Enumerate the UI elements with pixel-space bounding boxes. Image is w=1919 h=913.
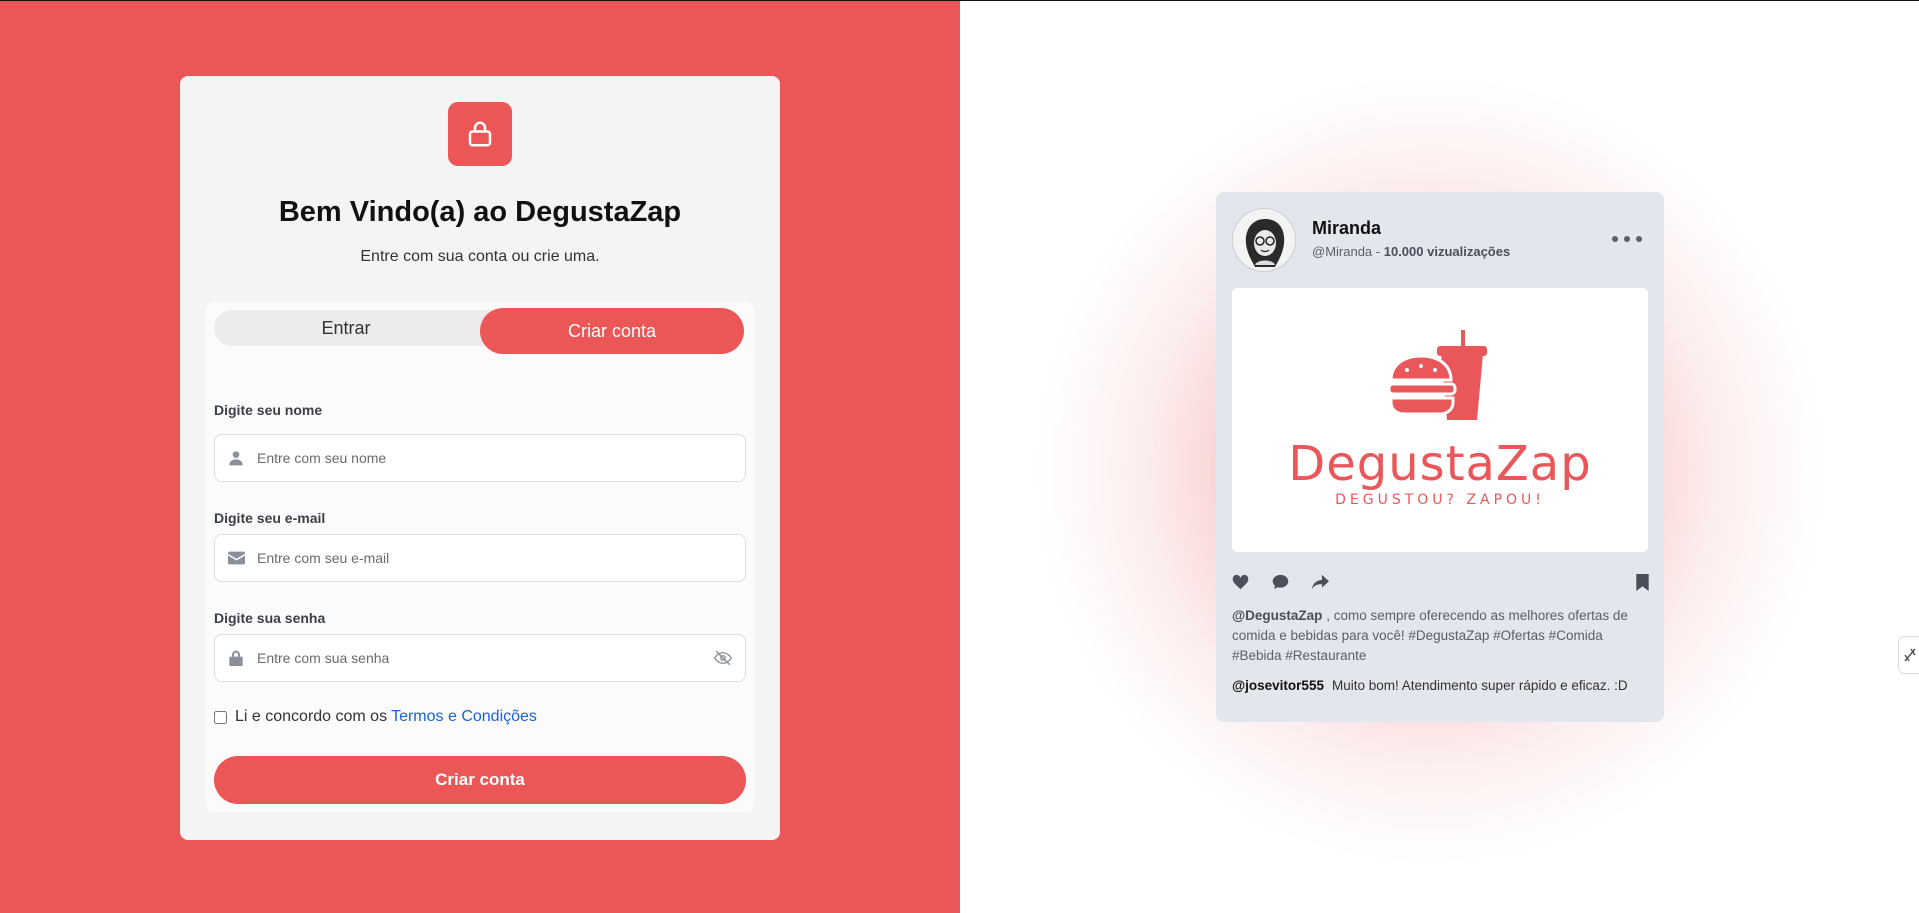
lock-icon [448, 102, 512, 166]
heart-icon[interactable] [1232, 574, 1249, 595]
email-field[interactable] [214, 534, 746, 582]
terms-link[interactable]: Termos e Condições [391, 708, 537, 726]
terms-text: Li e concordo com os [235, 708, 388, 725]
auth-tabs: Entrar Criar conta [214, 308, 744, 354]
page-subtitle: Entre com sua conta ou crie uma. [360, 248, 600, 265]
post-card: Miranda @Miranda - 10.000 vizualizações … [1216, 192, 1664, 722]
email-input[interactable] [257, 535, 745, 581]
side-panel-handle-icon[interactable] [1898, 636, 1919, 674]
password-field[interactable] [214, 634, 746, 682]
avatar[interactable] [1232, 208, 1296, 272]
comment-user[interactable]: @josevitor555 [1232, 678, 1324, 693]
email-label: Digite seu e-mail [214, 510, 326, 526]
brand-tagline: DEGUSTOU? ZAPOU! [1335, 492, 1545, 508]
burger-drink-logo-icon [1389, 330, 1487, 420]
top-border [0, 0, 1919, 1]
envelope-icon [215, 551, 257, 565]
user-icon [215, 450, 257, 466]
password-input[interactable] [257, 635, 701, 681]
more-dots-icon[interactable] [1612, 236, 1642, 242]
post-views: 10.000 vizualizações [1383, 244, 1511, 259]
padlock-icon [215, 650, 257, 666]
eye-slash-icon[interactable] [701, 650, 745, 666]
comment-icon[interactable] [1272, 574, 1289, 595]
caption-mention[interactable]: @DegustaZap [1232, 608, 1322, 623]
post-separator: - [1372, 244, 1384, 259]
tab-signin[interactable]: Entrar [214, 310, 478, 346]
auth-panel: Bem Vindo(a) ao DegustaZap Entre com sua… [0, 0, 960, 913]
password-label: Digite sua senha [214, 610, 326, 626]
auth-card: Bem Vindo(a) ao DegustaZap Entre com sua… [180, 76, 780, 840]
post-image: DegustaZap DEGUSTOU? ZAPOU! [1232, 288, 1648, 552]
post-handle[interactable]: @Miranda [1312, 244, 1372, 259]
tab-signup[interactable]: Criar conta [480, 308, 744, 354]
comment-text: Muito bom! Atendimento super rápido e ef… [1331, 678, 1628, 693]
signup-submit-button[interactable]: Criar conta [214, 756, 746, 804]
auth-form: Entrar Criar conta Digite seu nome Digit… [206, 302, 754, 812]
terms-checkbox-row[interactable]: Li e concordo com os Termos e Condições [214, 708, 537, 726]
name-label: Digite seu nome [214, 402, 323, 418]
name-input[interactable] [257, 435, 745, 481]
terms-checkbox[interactable] [214, 710, 227, 724]
brand-name: DegustaZap [1288, 436, 1592, 492]
share-icon[interactable] [1312, 574, 1329, 595]
post-actions [1232, 574, 1649, 596]
post-handle-row: @Miranda - 10.000 vizualizações [1312, 244, 1510, 259]
post-caption: @DegustaZap , como sempre oferecendo as … [1232, 606, 1652, 666]
post-author[interactable]: Miranda [1312, 218, 1381, 239]
name-field[interactable] [214, 434, 746, 482]
page-title: Bem Vindo(a) ao DegustaZap [278, 196, 682, 228]
post-comment: @josevitor555 Muito bom! Atendimento supe… [1232, 678, 1628, 693]
bookmark-icon[interactable] [1636, 574, 1649, 596]
